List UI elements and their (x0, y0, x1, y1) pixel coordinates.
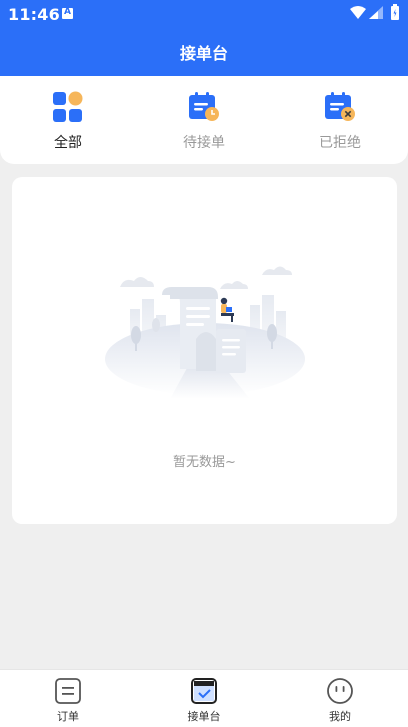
nav-mine-label: 我的 (329, 710, 351, 723)
wifi-icon (350, 6, 366, 19)
nav-orders-label: 订单 (57, 710, 79, 723)
list-icon (55, 678, 81, 704)
tab-all-label: 全部 (54, 135, 82, 151)
tab-bar: 全部 待接单 已拒绝 (0, 76, 408, 164)
bottom-nav: 订单 接单台 我的 (0, 669, 408, 727)
tab-all[interactable]: 全部 (0, 76, 136, 164)
content-card: 暂无数据~ (12, 177, 397, 524)
tab-rejected-label: 已拒绝 (319, 135, 361, 151)
tab-pending[interactable]: 待接单 (136, 76, 272, 164)
face-icon (327, 678, 353, 704)
nav-order-desk-label: 接单台 (187, 710, 221, 723)
app-header: 11:46 A 接单台 (0, 0, 408, 76)
status-bar: 11:46 A (0, 0, 408, 28)
grid-icon (53, 91, 83, 122)
notification-a-icon: A (62, 7, 73, 19)
battery-icon (391, 4, 399, 20)
empty-state-message: 暂无数据~ (173, 455, 236, 470)
calendar-clock-icon (189, 92, 219, 121)
signal-icon (369, 6, 383, 19)
nav-mine[interactable]: 我的 (272, 670, 408, 727)
tab-pending-label: 待接单 (183, 135, 225, 151)
empty-city-illustration (105, 266, 305, 399)
notification-letter: A (64, 7, 71, 17)
check-box-icon (191, 678, 217, 704)
nav-orders[interactable]: 订单 (0, 670, 136, 727)
tab-rejected[interactable]: 已拒绝 (272, 76, 408, 164)
status-time: 11:46 (8, 5, 60, 24)
calendar-cross-icon (325, 92, 355, 121)
page-title: 接单台 (179, 44, 228, 63)
nav-order-desk[interactable]: 接单台 (136, 670, 272, 727)
